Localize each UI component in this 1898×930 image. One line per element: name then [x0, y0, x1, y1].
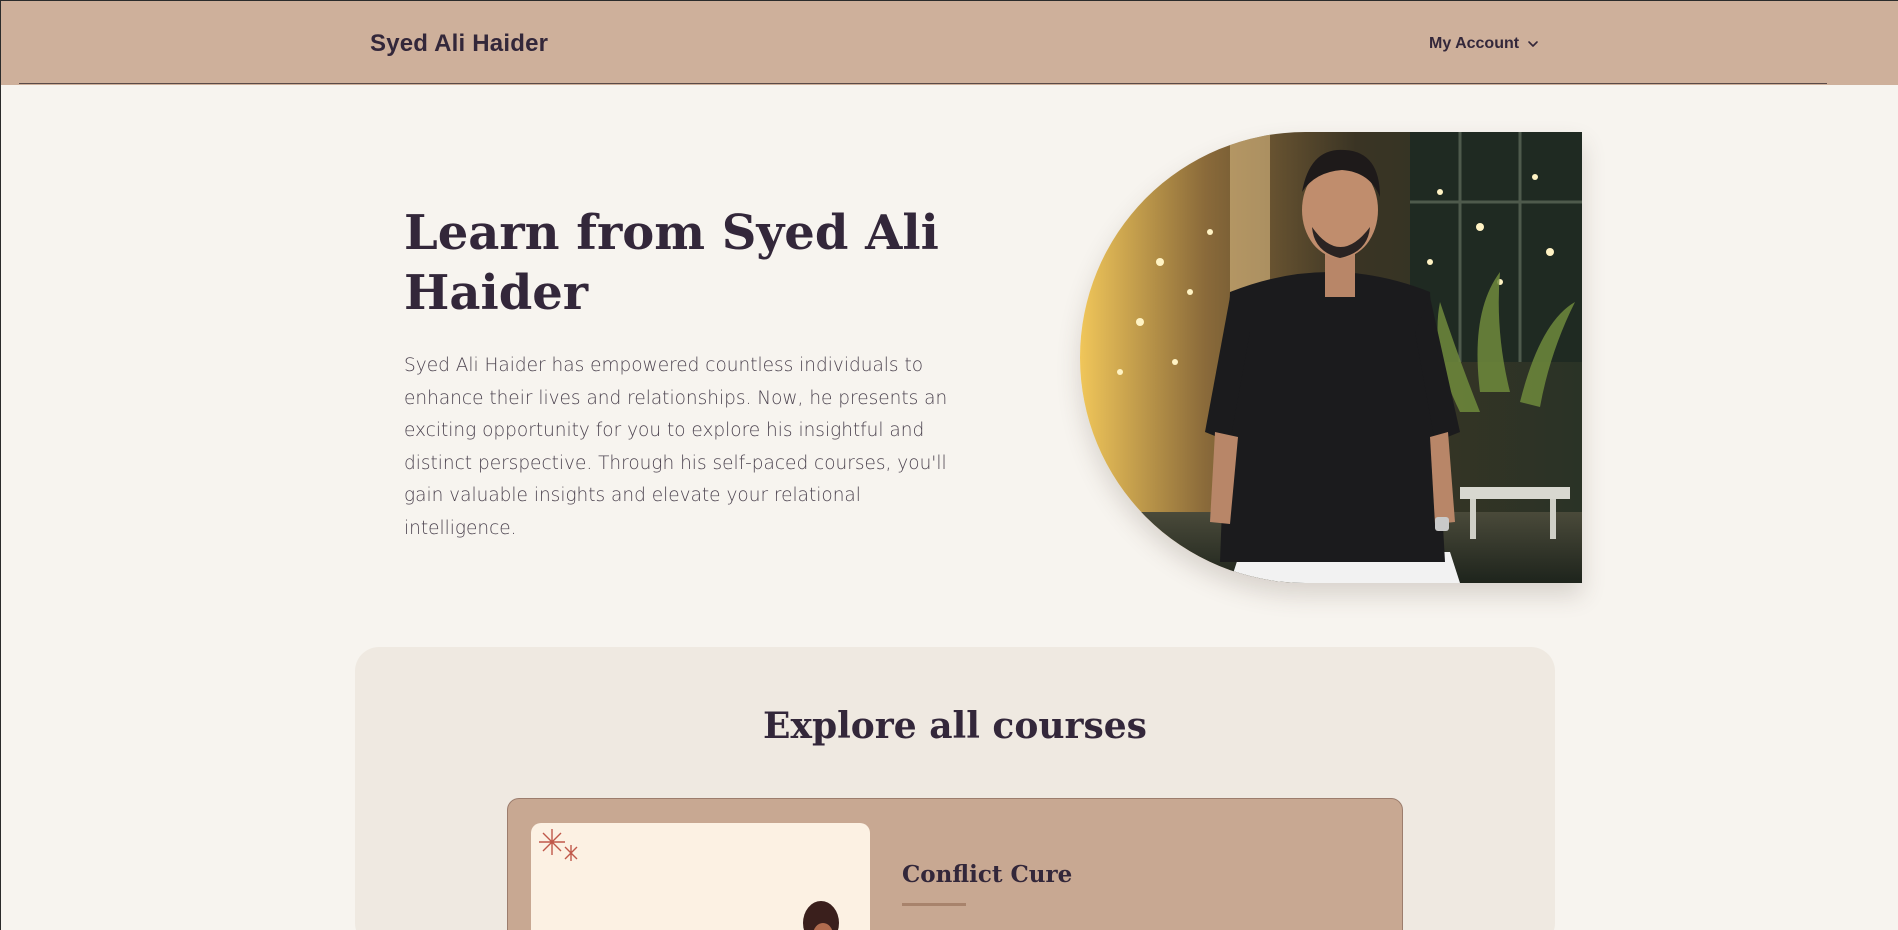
my-account-dropdown[interactable]: My Account	[1429, 35, 1539, 53]
my-account-label: My Account	[1429, 35, 1520, 52]
hero-title: Learn from Syed Ali Haider	[404, 205, 939, 321]
hero-description: Syed Ali Haider has empowered countless …	[404, 355, 948, 539]
courses-section-title: Explore all courses	[763, 705, 1147, 747]
instructor-photo	[1080, 132, 1582, 583]
chevron-down-icon	[1528, 41, 1538, 47]
course-title-underline	[902, 903, 966, 906]
top-navigation-bar	[1, 1, 1898, 85]
header-divider	[19, 83, 1827, 84]
sparkle-icon	[539, 829, 578, 861]
brand-logo-link[interactable]: Syed Ali Haider	[370, 30, 548, 58]
course-title[interactable]: Conflict Cure	[902, 861, 1072, 888]
course-thumbnail[interactable]	[531, 823, 870, 930]
